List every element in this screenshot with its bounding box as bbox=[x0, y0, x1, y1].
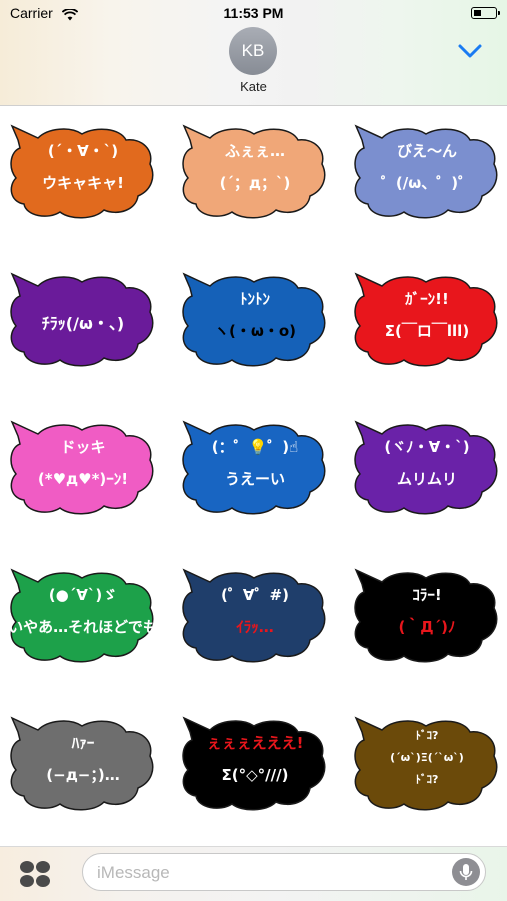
sticker-text: (´・∀・`) bbox=[47, 142, 119, 160]
sticker-grid: (´・∀・`) ウキャキャ! ふぇぇ… (´；д；`) びえ～ん゜(/ω、゜)゜ ﾁﾗｯ(… bbox=[0, 106, 507, 846]
sticker[interactable]: びえ～ん゜(/ω、゜)゜ bbox=[352, 124, 502, 224]
sticker-text: (ヾﾉ・∀・`) bbox=[384, 438, 470, 456]
sticker[interactable]: ﾄﾞｺ? (´ω`)Ξ(´`ω`) ﾄﾞｺ? bbox=[352, 716, 502, 816]
sticker[interactable]: (●´∀`)ゞいやあ…それほどでも bbox=[8, 568, 158, 668]
sticker-text: ウキャキャ! bbox=[42, 174, 124, 192]
sticker-text: ｺﾗｰ! bbox=[412, 586, 442, 604]
battery-icon bbox=[471, 7, 500, 19]
composer-bar: iMessage bbox=[0, 846, 507, 901]
apps-icon[interactable] bbox=[18, 859, 52, 889]
mic-icon[interactable] bbox=[452, 858, 480, 886]
sticker-text: いやあ…それほどでも bbox=[8, 618, 158, 636]
sticker-text: ﾄﾞｺ? bbox=[415, 773, 439, 786]
sticker-text: (゜∀゜#) bbox=[221, 586, 289, 604]
sticker[interactable]: ｺﾗｰ! (｀Д´)ﾉ bbox=[352, 568, 502, 668]
sticker-text: ふぇぇ… bbox=[224, 142, 285, 160]
sticker-text: (−д−；)… bbox=[46, 766, 120, 784]
sticker-text: ドッキ bbox=[60, 438, 106, 456]
sticker[interactable]: (：゜💡゜)☝ うえーい bbox=[180, 420, 330, 520]
sticker-text: ムリムリ bbox=[396, 470, 457, 488]
sticker-text: ぇぇぇえええ! bbox=[206, 734, 304, 752]
sticker-text: (●´∀`)ゞ bbox=[48, 586, 118, 604]
sticker-text: ﾁﾗｯ(/ω・、) bbox=[41, 314, 125, 333]
sticker-text: (：゜💡゜)☝ bbox=[211, 438, 299, 456]
sticker[interactable]: ﾊｧｰ (−д−；)… bbox=[8, 716, 158, 816]
message-placeholder: iMessage bbox=[97, 863, 170, 882]
sticker-text: (´ω`)Ξ(´`ω`) bbox=[390, 751, 464, 764]
sticker-text: ﾄﾝﾄﾝ bbox=[239, 290, 270, 308]
chevron-down-icon[interactable] bbox=[457, 43, 483, 63]
sticker-text: うえーい bbox=[224, 470, 285, 488]
sticker[interactable]: ふぇぇ… (´；д；`) bbox=[180, 124, 330, 224]
sticker-text: Σ(°◇°///) bbox=[221, 766, 289, 784]
sticker-text: Σ(￣ロ￣lll) bbox=[384, 322, 470, 340]
sticker[interactable]: ドッキ (*♥д♥*)ｰﾝ! bbox=[8, 420, 158, 520]
sticker-text: ゜(/ω、゜)゜ bbox=[380, 174, 474, 192]
contact-name[interactable]: Kate bbox=[0, 79, 507, 94]
sticker-text: ヽ(・ω・o) bbox=[213, 322, 297, 340]
sticker[interactable]: ぇぇぇえええ! Σ(°◇°///) bbox=[180, 716, 330, 816]
sticker[interactable]: ｶﾞｰﾝ!! Σ(￣ロ￣lll) bbox=[352, 272, 502, 372]
sticker[interactable]: ﾄﾝﾄﾝ ヽ(・ω・o) bbox=[180, 272, 330, 372]
sticker-text: ﾊｧｰ bbox=[71, 734, 95, 752]
sticker-text: (´；д；`) bbox=[219, 174, 291, 192]
sticker-text: びえ～ん bbox=[396, 142, 457, 160]
status-bar: Carrier 11:53 PM bbox=[0, 0, 507, 28]
sticker-text: ﾄﾞｺ? bbox=[415, 729, 439, 742]
sticker[interactable]: (´・∀・`) ウキャキャ! bbox=[8, 124, 158, 224]
conversation-header: Carrier 11:53 PM KB Kate bbox=[0, 0, 507, 106]
sticker-text: ｲﾗｯ… bbox=[236, 618, 274, 636]
sticker[interactable]: (ヾﾉ・∀・`) ムリムリ bbox=[352, 420, 502, 520]
message-input[interactable]: iMessage bbox=[82, 853, 486, 891]
status-time: 11:53 PM bbox=[223, 5, 284, 21]
sticker[interactable]: ﾁﾗｯ(/ω・、) bbox=[8, 272, 158, 372]
avatar[interactable]: KB bbox=[229, 27, 277, 75]
sticker[interactable]: (゜∀゜#) ｲﾗｯ… bbox=[180, 568, 330, 668]
sticker-text: (｀Д´)ﾉ bbox=[398, 618, 456, 636]
sticker-text: (*♥д♥*)ｰﾝ! bbox=[37, 470, 129, 488]
sticker-text: ｶﾞｰﾝ!! bbox=[405, 290, 449, 308]
